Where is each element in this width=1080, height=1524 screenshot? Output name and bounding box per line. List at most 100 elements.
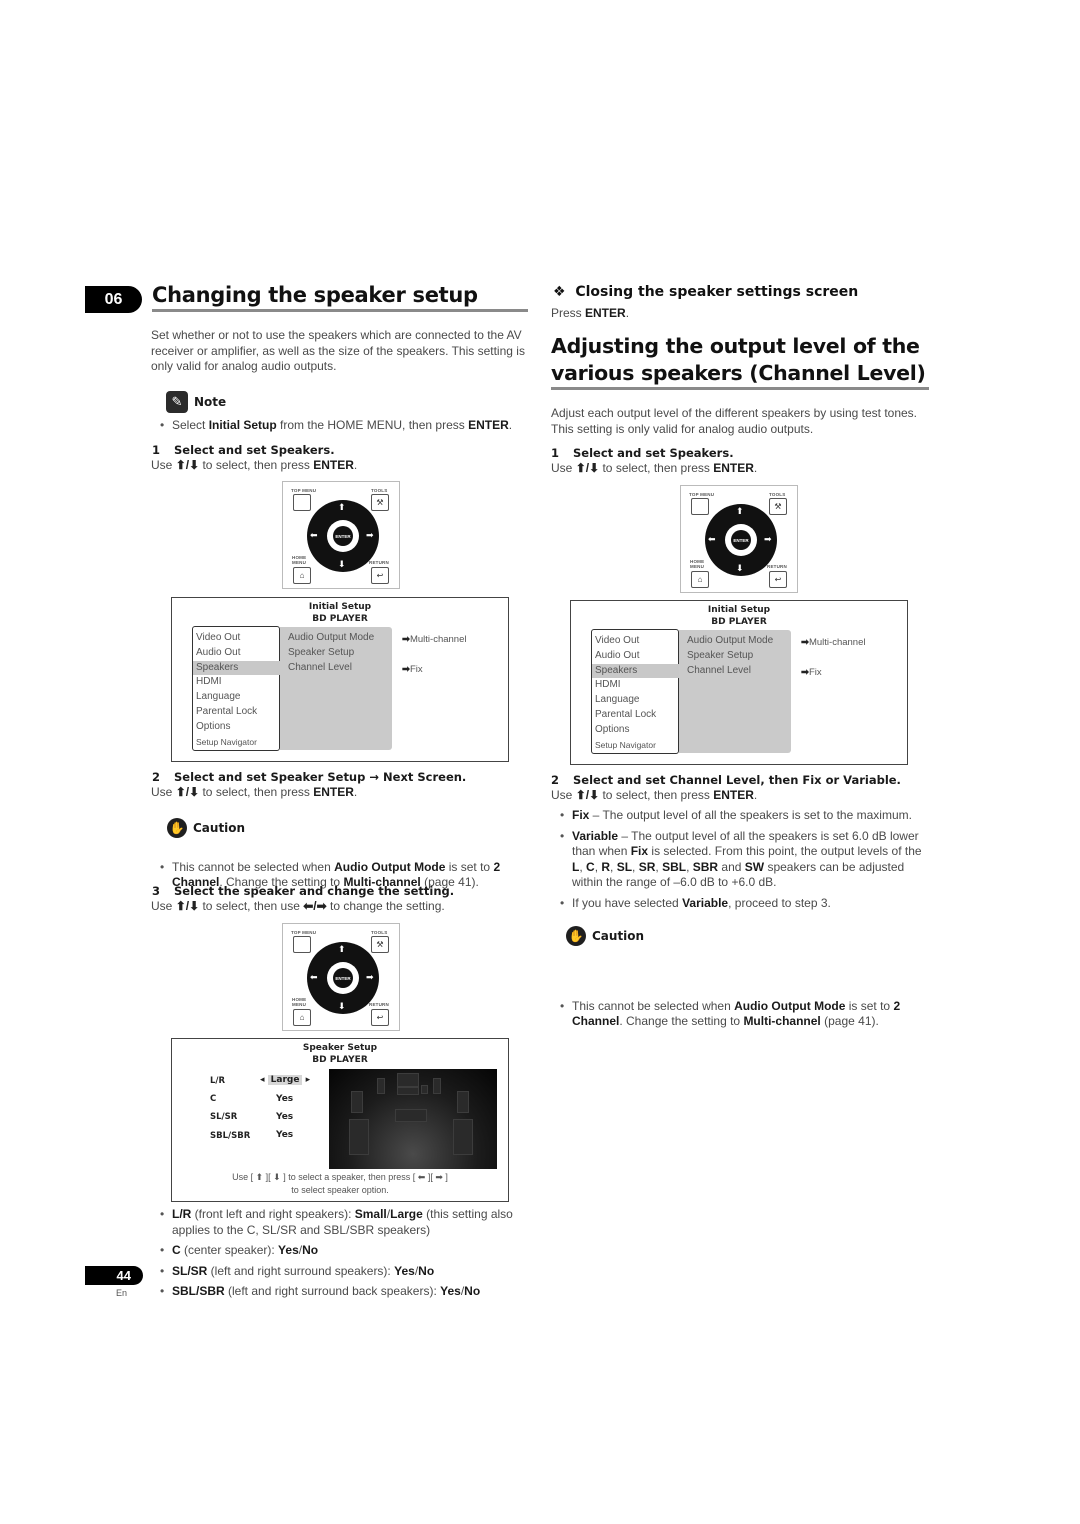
arrow-right-icon: ➡ xyxy=(402,634,410,645)
speaker-label-lr: L/R xyxy=(210,1076,226,1086)
surround-left-speaker-icon xyxy=(351,1091,363,1113)
center-speaker-icon xyxy=(397,1087,419,1095)
up-down-arrows-icon: ⬆/⬇ xyxy=(175,899,200,913)
speaker-label-c: C xyxy=(210,1094,217,1104)
list-item: SL/SR (left and right surround speakers)… xyxy=(160,1264,535,1280)
menu-item-options[interactable]: Options xyxy=(592,723,678,738)
up-down-arrows-icon: ⬆/⬇ xyxy=(575,788,600,802)
arrow-up-icon: ⬆ xyxy=(338,502,346,512)
speaker-options-list: L/R (front left and right speakers): Sma… xyxy=(160,1207,535,1300)
arrow-down-icon: ⬇ xyxy=(736,563,744,573)
submenu-channel-level[interactable]: Channel Level xyxy=(679,664,791,679)
caution-header: ✋ Caution xyxy=(566,926,644,946)
note-header: ✎ Note xyxy=(166,391,226,413)
arrow-up-icon: ⬆ xyxy=(338,944,346,954)
front-left-speaker-icon xyxy=(377,1078,385,1094)
speaker-setup-screen: Speaker Setup BD PLAYER L/R ◂ Large ▸ C … xyxy=(171,1038,509,1202)
setup-category-menu: Video Out Audio Out Speakers HDMI Langua… xyxy=(591,629,686,754)
menu-item-setup-navigator[interactable]: Setup Navigator xyxy=(193,735,279,750)
menu-item-video-out[interactable]: Video Out xyxy=(592,634,678,649)
navigation-hint: Use [ ⬆ ][ ⬇ ] to select a speaker, then… xyxy=(232,1172,448,1195)
enter-button: ENTER xyxy=(333,526,353,546)
caution-header: ✋ Caution xyxy=(167,818,245,838)
return-icon: ↩ xyxy=(371,1009,389,1026)
menu-item-speakers[interactable]: Speakers xyxy=(193,660,287,676)
arrow-right-icon: ➡ xyxy=(764,534,772,544)
closing-instruction: Press ENTER. xyxy=(551,306,630,320)
speakers-submenu: Audio Output Mode Speaker Setup Channel … xyxy=(679,630,791,753)
top-menu-button xyxy=(293,494,311,511)
menu-item-setup-navigator[interactable]: Setup Navigator xyxy=(592,738,678,753)
arrow-right-icon: ➡ xyxy=(801,637,809,648)
remote-control-diagram: TOP MENU TOOLS ⚒ ⬆ ⬇ ⬅ ➡ ENTER HOME MENU… xyxy=(680,485,798,593)
menu-item-audio-out[interactable]: Audio Out xyxy=(193,646,279,661)
caution-title: Caution xyxy=(193,821,246,835)
note-title: Note xyxy=(194,395,227,409)
chevron-left-icon[interactable]: ◂ xyxy=(260,1075,265,1085)
arrow-right-icon: ➡ xyxy=(402,664,410,675)
list-item: SBL/SBR (left and right surround back sp… xyxy=(160,1284,535,1300)
menu-item-language[interactable]: Language xyxy=(193,690,279,705)
intro-paragraph: Set whether or not to use the speakers w… xyxy=(151,328,525,373)
home-icon: ⌂ xyxy=(293,567,311,584)
up-down-arrows-icon: ⬆/⬇ xyxy=(575,461,600,475)
speaker-value-lr[interactable]: ◂ Large ▸ xyxy=(260,1075,310,1085)
menu-item-hdmi[interactable]: HDMI xyxy=(592,678,678,693)
step-2-instruction: Use ⬆/⬇ to select, then press ENTER. xyxy=(151,785,358,799)
screen-title: Initial Setup xyxy=(707,605,771,615)
pencil-icon: ✎ xyxy=(166,391,188,413)
menu-item-options[interactable]: Options xyxy=(193,720,279,735)
menu-item-parental-lock[interactable]: Parental Lock xyxy=(193,705,279,720)
speakers-submenu: Audio Output Mode Speaker Setup Channel … xyxy=(280,627,392,750)
front-right-speaker-icon xyxy=(433,1078,441,1094)
menu-item-speakers[interactable]: Speakers xyxy=(592,663,686,679)
menu-item-language[interactable]: Language xyxy=(592,693,678,708)
menu-item-video-out[interactable]: Video Out xyxy=(193,631,279,646)
menu-item-audio-out[interactable]: Audio Out xyxy=(592,649,678,664)
submenu-speaker-setup[interactable]: Speaker Setup xyxy=(280,646,392,661)
channel-level-intro: Adjust each output level of the differen… xyxy=(551,406,918,436)
up-down-arrows-icon: ⬆/⬇ xyxy=(175,785,200,799)
speaker-label-sbl-sbr: SBL/SBR xyxy=(210,1131,251,1141)
step-2-title: 2 Select and set Speaker Setup → Next Scr… xyxy=(152,770,467,784)
chapter-number-tab: 06 xyxy=(85,286,142,313)
arrow-left-icon: ⬅ xyxy=(310,530,318,540)
speaker-room-illustration xyxy=(329,1069,497,1169)
wrench-icon: ⚒ xyxy=(371,936,389,953)
home-icon: ⌂ xyxy=(293,1009,311,1026)
channel-level-heading: Adjusting the output level of the variou… xyxy=(551,334,926,385)
speaker-value-sl-sr[interactable]: Yes xyxy=(276,1112,293,1122)
listener-seat-icon xyxy=(395,1109,427,1122)
channel-level-value: ➡Fix xyxy=(402,664,423,675)
menu-item-hdmi[interactable]: HDMI xyxy=(193,675,279,690)
page-number: 44 xyxy=(85,1266,143,1285)
speaker-value-sbl-sbr[interactable]: Yes xyxy=(276,1130,293,1140)
arrow-down-icon: ⬇ xyxy=(338,559,346,569)
step-1-instruction: Use ⬆/⬇ to select, then press ENTER. xyxy=(151,458,358,472)
speaker-value-c[interactable]: Yes xyxy=(276,1094,293,1104)
speaker-label-sl-sr: SL/SR xyxy=(210,1112,238,1122)
surround-back-right-speaker-icon xyxy=(453,1119,473,1155)
cl-step-1-instruction: Use ⬆/⬇ to select, then press ENTER. xyxy=(551,461,758,475)
initial-setup-screen: Initial Setup BD PLAYER Video Out Audio … xyxy=(171,597,509,762)
caution-title: Caution xyxy=(592,929,645,943)
submenu-audio-output-mode[interactable]: Audio Output Mode xyxy=(679,634,791,649)
menu-item-parental-lock[interactable]: Parental Lock xyxy=(592,708,678,723)
submenu-audio-output-mode[interactable]: Audio Output Mode xyxy=(280,631,392,646)
cl-step-2-title: 2 Select and set Channel Level, then Fix … xyxy=(551,773,901,787)
note-bullet: Select Initial Setup from the HOME MENU,… xyxy=(160,418,552,434)
step-3-instruction: Use ⬆/⬇ to select, then use ⬅/➡ to chang… xyxy=(151,899,445,913)
remote-control-diagram: TOP MENU TOOLS ⚒ ⬆ ⬇ ⬅ ➡ ENTER HOME MENU… xyxy=(282,481,400,589)
list-item-proceed: If you have selected Variable, proceed t… xyxy=(560,896,932,912)
chevron-right-icon[interactable]: ▸ xyxy=(306,1075,311,1085)
arrow-right-icon: → xyxy=(369,770,380,784)
up-down-arrows-icon: ⬆/⬇ xyxy=(175,458,200,472)
list-item: C (center speaker): Yes/No xyxy=(160,1243,535,1259)
audio-output-mode-value: ➡Multi-channel xyxy=(801,637,866,648)
audio-output-mode-value: ➡Multi-channel xyxy=(402,634,467,645)
submenu-channel-level[interactable]: Channel Level xyxy=(280,661,392,676)
submenu-speaker-setup[interactable]: Speaker Setup xyxy=(679,649,791,664)
list-item: L/R (front left and right speakers): Sma… xyxy=(160,1207,535,1238)
initial-setup-screen: Initial Setup BD PLAYER Video Out Audio … xyxy=(570,600,908,765)
fix-variable-list: Fix – The output level of all the speake… xyxy=(560,808,932,911)
